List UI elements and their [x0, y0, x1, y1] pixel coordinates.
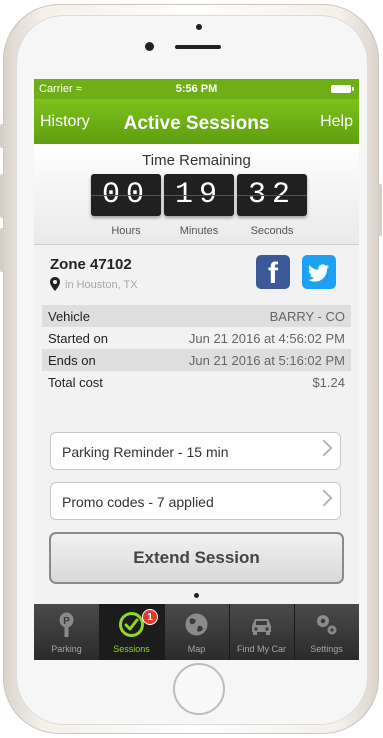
tab-find-my-car[interactable]: Find My Car	[229, 604, 294, 660]
tab-label: Find My Car	[236, 644, 286, 654]
time-remaining-label: Time Remaining	[142, 152, 251, 169]
parking-reminder-cell[interactable]: Parking Reminder - 15 min	[50, 432, 341, 470]
volume-up-button	[0, 174, 4, 218]
detail-row-ends: Ends on Jun 21 2016 at 5:16:02 PM	[42, 349, 351, 371]
detail-key: Ends on	[48, 353, 96, 368]
status-time: 5:56 PM	[175, 83, 218, 95]
detail-row-vehicle: Vehicle BARRY - CO	[42, 305, 351, 327]
battery-icon	[331, 85, 354, 93]
tab-label: Settings	[310, 644, 343, 654]
hours-label: Hours	[111, 225, 141, 237]
page-title: Active Sessions	[123, 113, 270, 134]
front-camera	[145, 42, 154, 51]
hours-display: 00	[91, 174, 161, 216]
seconds-label: Seconds	[250, 225, 294, 237]
tab-bar: P Parking 1 Sessions Map Find My Car Set…	[34, 604, 359, 660]
globe-icon	[185, 613, 208, 636]
facebook-icon[interactable]: f	[256, 255, 290, 290]
page-indicator-dot	[194, 593, 199, 598]
tab-sessions[interactable]: 1 Sessions	[99, 604, 164, 660]
tab-label: Parking	[51, 644, 82, 654]
promo-codes-cell[interactable]: Promo codes - 7 applied	[50, 482, 341, 520]
detail-value: Jun 21 2016 at 5:16:02 PM	[188, 353, 345, 368]
chevron-right-icon	[315, 489, 333, 507]
tab-settings[interactable]: Settings	[294, 604, 359, 660]
time-remaining-panel: Time Remaining 00 19 32 Hours Minutes Se…	[34, 144, 359, 245]
gears-icon	[317, 615, 337, 635]
zone-title: Zone 47102	[50, 256, 132, 273]
app-screen: Carrier ≈ 5:56 PM History Active Session…	[34, 79, 359, 660]
chevron-right-icon	[315, 439, 333, 457]
detail-key: Total cost	[48, 375, 103, 390]
svg-text:P: P	[63, 616, 70, 627]
detail-row-started: Started on Jun 21 2016 at 4:56:02 PM	[42, 327, 351, 349]
power-button	[378, 184, 382, 236]
zone-location: in Houston, TX	[65, 279, 138, 291]
status-bar: Carrier ≈ 5:56 PM	[34, 79, 359, 99]
tab-label: Map	[187, 644, 206, 654]
location-pin-icon	[50, 277, 60, 291]
mute-switch	[0, 124, 4, 148]
detail-key: Vehicle	[48, 309, 90, 324]
detail-key: Started on	[48, 331, 108, 346]
detail-row-total-cost: Total cost $1.24	[42, 371, 351, 393]
navigation-bar: History Active Sessions Help	[34, 99, 359, 144]
proximity-sensor	[196, 24, 202, 30]
minutes-label: Minutes	[179, 225, 219, 237]
promo-codes-label: Promo codes - 7 applied	[62, 494, 214, 510]
parking-reminder-label: Parking Reminder - 15 min	[62, 444, 229, 460]
help-button[interactable]: Help	[320, 113, 353, 131]
clock-check-icon	[119, 612, 144, 637]
tab-map[interactable]: Map	[164, 604, 229, 660]
extend-session-button[interactable]: Extend Session	[49, 532, 344, 584]
parking-meter-icon: P	[59, 612, 74, 637]
seconds-display: 32	[237, 174, 307, 216]
detail-value: BARRY - CO	[269, 309, 345, 324]
session-details: Vehicle BARRY - CO Started on Jun 21 201…	[42, 305, 351, 393]
car-icon	[252, 619, 271, 635]
volume-down-button	[0, 228, 4, 272]
home-button[interactable]	[173, 663, 225, 715]
sessions-badge: 1	[142, 609, 158, 625]
tab-label: Sessions	[113, 644, 150, 654]
minutes-display: 19	[164, 174, 234, 216]
detail-value: Jun 21 2016 at 4:56:02 PM	[188, 331, 345, 346]
tab-parking[interactable]: P Parking	[34, 604, 99, 660]
detail-value: $1.24	[312, 375, 345, 390]
twitter-icon[interactable]	[302, 255, 336, 289]
earpiece-speaker	[175, 45, 221, 49]
